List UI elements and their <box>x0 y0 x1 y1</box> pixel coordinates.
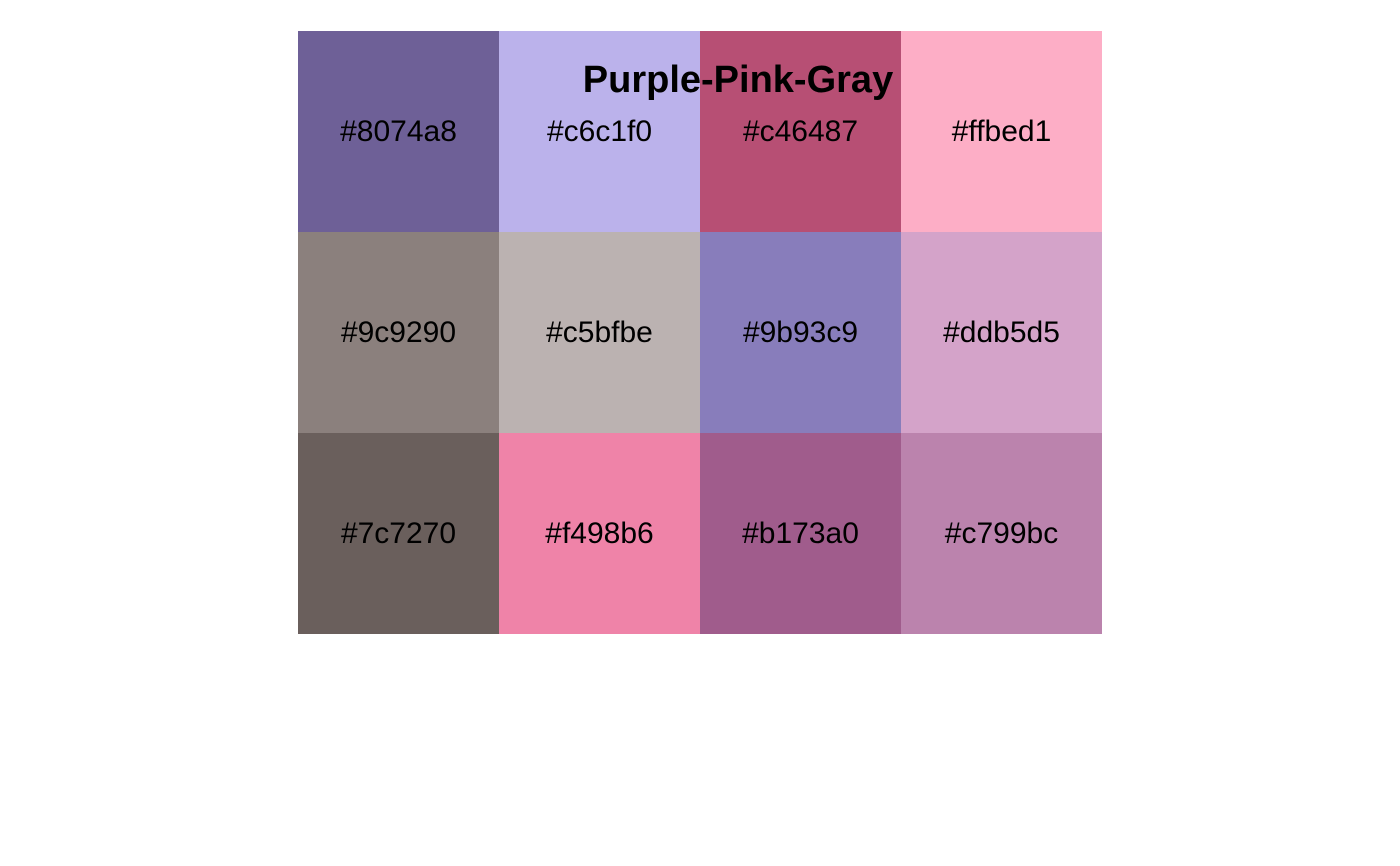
color-swatch: #9c9290 <box>298 232 499 433</box>
color-swatch: #ddb5d5 <box>901 232 1102 433</box>
color-swatch: #c5bfbe <box>499 232 700 433</box>
color-swatch: #f498b6 <box>499 433 700 634</box>
swatch-hex-label: #9b93c9 <box>742 315 859 349</box>
color-swatch: #7c7270 <box>298 433 499 634</box>
palette-grid: #8074a8 #c6c1f0 #c46487 #ffbed1 #9c9290 … <box>298 31 1102 634</box>
swatch-hex-label: #c799bc <box>944 516 1059 550</box>
swatch-hex-label: #ffbed1 <box>951 114 1052 148</box>
swatch-hex-label: #7c7270 <box>340 516 457 550</box>
color-swatch: #9b93c9 <box>700 232 901 433</box>
palette-title: Purple-Pink-Gray <box>582 59 894 101</box>
swatch-hex-label: #ddb5d5 <box>943 315 1060 349</box>
color-swatch: #b173a0 <box>700 433 901 634</box>
swatch-hex-label: #c46487 <box>742 114 859 148</box>
swatch-hex-label: #f498b6 <box>545 516 654 550</box>
swatch-hex-label: #c6c1f0 <box>546 114 653 148</box>
color-swatch: #c799bc <box>901 433 1102 634</box>
swatch-hex-label: #c5bfbe <box>546 315 653 349</box>
swatch-hex-label: #b173a0 <box>742 516 859 550</box>
swatch-hex-label: #9c9290 <box>340 315 457 349</box>
swatch-hex-label: #8074a8 <box>340 114 457 148</box>
